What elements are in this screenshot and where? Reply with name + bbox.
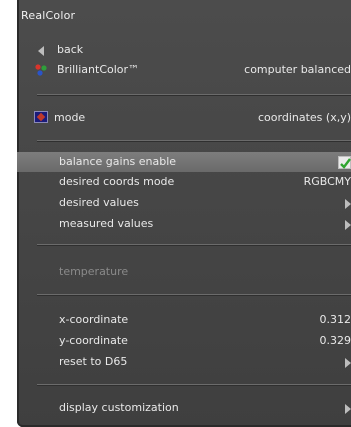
display-customization-label: display customization bbox=[59, 401, 179, 414]
desired-coords-mode-item[interactable]: desired coords mode RGBCMY bbox=[17, 172, 351, 192]
mode-label: mode bbox=[54, 111, 86, 124]
right-arrow-icon bbox=[345, 404, 351, 414]
desired-values-label: desired values bbox=[59, 196, 139, 209]
x-coordinate-label: x-coordinate bbox=[59, 313, 129, 326]
y-coordinate-item[interactable]: y-coordinate 0.329 bbox=[17, 331, 351, 351]
desired-coords-mode-value: RGBCMY bbox=[303, 175, 351, 188]
x-coordinate-value: 0.312 bbox=[319, 313, 351, 326]
divider bbox=[37, 294, 351, 296]
right-arrow-icon bbox=[345, 358, 351, 368]
temperature-item: temperature bbox=[17, 262, 351, 282]
back-label: back bbox=[57, 43, 84, 56]
brilliantcolor-value: computer balanced bbox=[244, 63, 351, 76]
divider bbox=[37, 94, 351, 96]
right-arrow-icon bbox=[345, 220, 351, 230]
checkmark-icon bbox=[340, 158, 351, 169]
reset-label: reset to D65 bbox=[59, 355, 128, 368]
desired-values-item[interactable]: desired values bbox=[17, 193, 351, 213]
measured-values-label: measured values bbox=[59, 217, 154, 230]
y-coordinate-label: y-coordinate bbox=[59, 334, 128, 347]
desired-coords-mode-label: desired coords mode bbox=[59, 175, 175, 188]
divider bbox=[37, 384, 351, 386]
temperature-label: temperature bbox=[59, 265, 129, 278]
brilliantcolor-label: BrilliantColor™ bbox=[57, 63, 140, 76]
mode-item[interactable]: mode coordinates (x,y) bbox=[17, 108, 351, 128]
y-coordinate-value: 0.329 bbox=[319, 334, 351, 347]
divider bbox=[37, 244, 351, 246]
balance-gains-label: balance gains enable bbox=[59, 155, 177, 168]
mode-value: coordinates (x,y) bbox=[258, 111, 351, 124]
left-arrow-icon bbox=[38, 46, 44, 56]
reset-to-d65-item[interactable]: reset to D65 bbox=[17, 352, 351, 372]
divider bbox=[37, 140, 351, 142]
back-item[interactable]: back bbox=[17, 40, 351, 60]
realcolor-menu-panel: RealColor back BrilliantColor™ computer … bbox=[17, 0, 351, 427]
display-customization-item[interactable]: display customization bbox=[17, 398, 351, 418]
menu-title: RealColor bbox=[21, 9, 76, 22]
balance-gains-enable-item[interactable]: balance gains enable bbox=[17, 152, 351, 172]
color-dots-icon bbox=[35, 64, 47, 76]
mode-icon bbox=[34, 111, 48, 123]
right-arrow-icon bbox=[345, 199, 351, 209]
balance-gains-checkbox[interactable] bbox=[338, 156, 351, 169]
brilliantcolor-item[interactable]: BrilliantColor™ computer balanced bbox=[17, 60, 351, 80]
measured-values-item[interactable]: measured values bbox=[17, 214, 351, 234]
x-coordinate-item[interactable]: x-coordinate 0.312 bbox=[17, 310, 351, 330]
